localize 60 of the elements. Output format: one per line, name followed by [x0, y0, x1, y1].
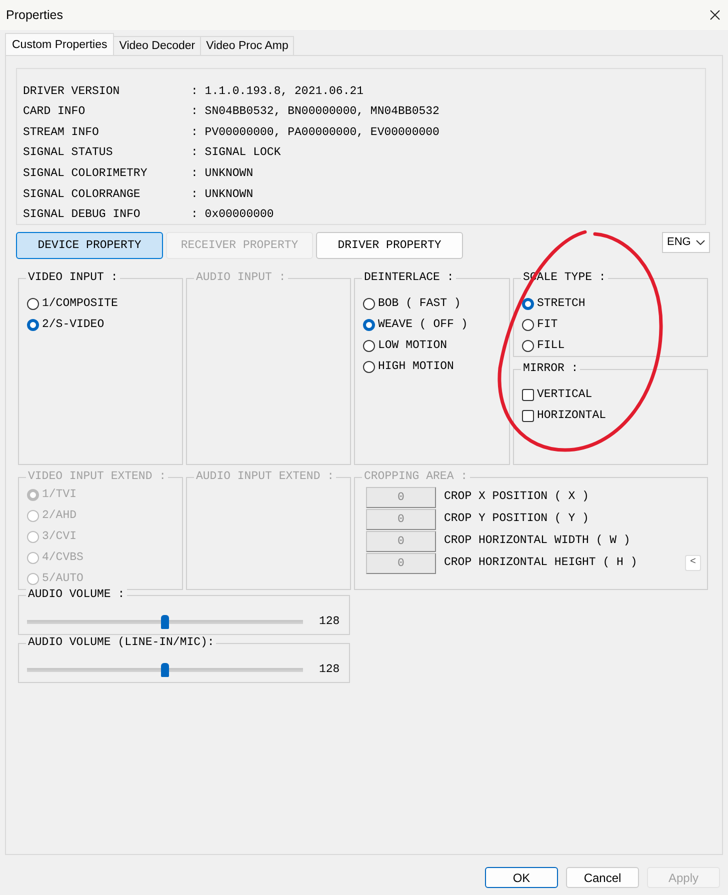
checkbox-label: HORIZONTAL: [537, 408, 606, 424]
crop-label: CROP X POSITION ( X ): [444, 489, 590, 506]
radio-label: HIGH MOTION: [378, 358, 454, 375]
info-value: : SIGNAL LOCK: [191, 145, 281, 162]
slider-value: 128: [319, 614, 340, 630]
info-value: : UNKNOWN: [191, 166, 254, 182]
checkbox[interactable]: [522, 388, 534, 400]
info-label: CARD INFO: [23, 104, 86, 120]
checkbox-label: VERTICAL: [537, 386, 592, 403]
radio-label: 2/AHD: [42, 508, 77, 524]
checkbox[interactable]: [522, 410, 534, 422]
info-label: SIGNAL STATUS: [23, 145, 114, 162]
chevron-down-icon: [696, 240, 705, 245]
crop-label: CROP HORIZONTAL HEIGHT ( H ): [444, 555, 638, 572]
info-value: : PV00000000, PA00000000, EV00000000: [191, 124, 440, 141]
radio-button[interactable]: [522, 298, 534, 310]
radio-label: BOB ( FAST ): [378, 296, 461, 312]
radio-label: 3/CVI: [42, 528, 77, 545]
window-title: Properties: [6, 6, 63, 24]
radio-label: LOW MOTION: [378, 338, 448, 354]
radio-button[interactable]: [27, 318, 39, 330]
radio-label: WEAVE ( OFF ): [378, 316, 468, 333]
radio-button[interactable]: [363, 340, 375, 352]
dialog-button[interactable]: OK: [485, 867, 558, 888]
dialog-button[interactable]: Cancel: [566, 867, 639, 888]
info-value: : SN04BB0532, BN00000000, MN04BB0532: [191, 104, 440, 120]
info-label: SIGNAL DEBUG INFO: [23, 207, 142, 224]
crop-label: CROP HORIZONTAL WIDTH ( W ): [444, 533, 632, 550]
radio-button[interactable]: [363, 360, 375, 372]
radio-label: FIT: [537, 316, 558, 333]
crop-label: CROP Y POSITION ( Y ): [444, 511, 590, 528]
radio-label: 1/TVI: [42, 486, 77, 503]
radio-label: 4/CVBS: [42, 550, 84, 566]
slider-value: 128: [319, 662, 340, 678]
close-icon[interactable]: [710, 10, 720, 20]
radio-button[interactable]: [363, 298, 375, 310]
radio-label: 5/AUTO: [42, 570, 84, 587]
info-value: : 1.1.0.193.8, 2021.06.21: [191, 84, 364, 100]
info-value: : 0x00000000: [191, 207, 274, 224]
radio-button[interactable]: [522, 318, 534, 330]
language-select[interactable]: ENG: [662, 232, 710, 253]
property-button[interactable]: DEVICE PROPERTY: [16, 232, 163, 259]
radio-label: FILL: [537, 338, 565, 354]
info-label: DRIVER VERSION: [23, 84, 121, 100]
info-label: SIGNAL COLORRANGE: [23, 186, 142, 203]
radio-button[interactable]: [363, 318, 375, 330]
radio-button[interactable]: [522, 340, 534, 352]
tab[interactable]: Custom Properties: [5, 33, 114, 55]
slider-thumb[interactable]: [161, 662, 169, 677]
tab[interactable]: Video Proc Amp: [200, 36, 294, 55]
property-button[interactable]: DRIVER PROPERTY: [316, 232, 463, 259]
info-label: STREAM INFO: [23, 124, 100, 141]
radio-button[interactable]: [27, 298, 39, 310]
radio-label: STRETCH: [537, 296, 586, 312]
info-label: SIGNAL COLORIMETRY: [23, 166, 148, 182]
radio-label: 2/S-VIDEO: [42, 316, 104, 333]
group-title: AUDIO VOLUME (LINE-IN/MIC):: [26, 636, 216, 650]
radio-label: 1/COMPOSITE: [42, 296, 118, 312]
info-value: : UNKNOWN: [191, 186, 254, 203]
slider-thumb[interactable]: [161, 614, 169, 629]
